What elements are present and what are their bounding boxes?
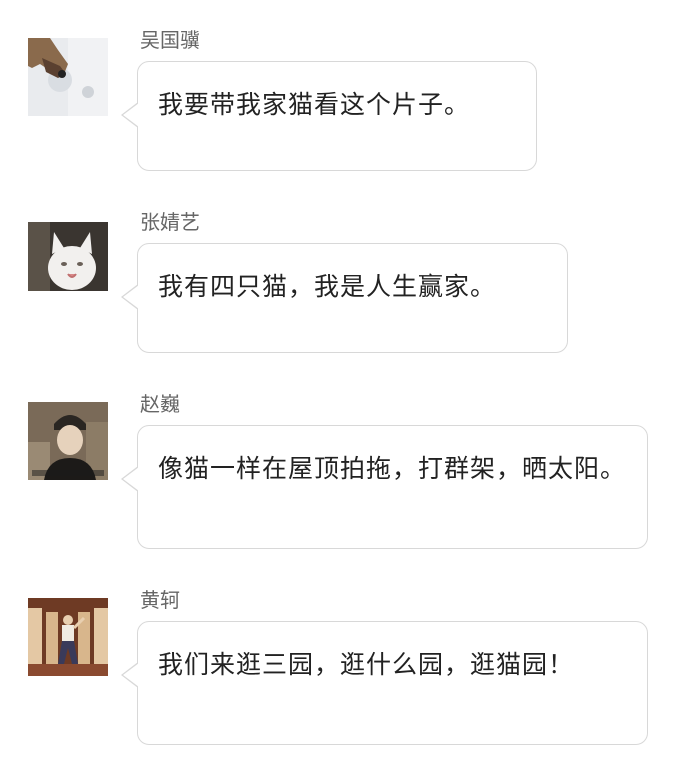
message-text: 像猫一样在屋顶拍拖，打群架，晒太阳。 bbox=[158, 454, 627, 483]
avatar[interactable] bbox=[28, 38, 108, 116]
man-in-cap-avatar-icon bbox=[28, 402, 108, 480]
bubble-tail bbox=[121, 102, 139, 128]
avatar[interactable] bbox=[28, 219, 108, 291]
message-text: 我有四只猫，我是人生赢家。 bbox=[158, 272, 497, 301]
sender-name: 黄轲 bbox=[140, 588, 180, 612]
message-bubble[interactable]: 我有四只猫，我是人生赢家。 bbox=[121, 243, 568, 353]
bubble-tail bbox=[121, 284, 139, 310]
sender-name: 吴国骥 bbox=[140, 28, 200, 52]
sender-name: 张婧艺 bbox=[140, 210, 200, 234]
stage-performer-avatar-icon bbox=[28, 598, 108, 676]
message-bubble[interactable]: 我们来逛三园，逛什么园，逛猫园！ bbox=[121, 621, 648, 745]
avatar[interactable] bbox=[28, 598, 108, 676]
bubble-tail bbox=[121, 466, 139, 492]
avatar[interactable] bbox=[28, 402, 108, 480]
message-text: 我们来逛三园，逛什么园，逛猫园！ bbox=[158, 650, 575, 679]
message-bubble[interactable]: 像猫一样在屋顶拍拖，打群架，晒太阳。 bbox=[121, 425, 648, 549]
white-cat-avatar-icon bbox=[28, 222, 108, 291]
hand-holding-ball-avatar-icon bbox=[28, 38, 108, 116]
message-bubble[interactable]: 我要带我家猫看这个片子。 bbox=[121, 61, 537, 171]
sender-name: 赵巍 bbox=[140, 392, 180, 416]
message-text: 我要带我家猫看这个片子。 bbox=[158, 90, 471, 119]
bubble-tail bbox=[121, 662, 139, 688]
